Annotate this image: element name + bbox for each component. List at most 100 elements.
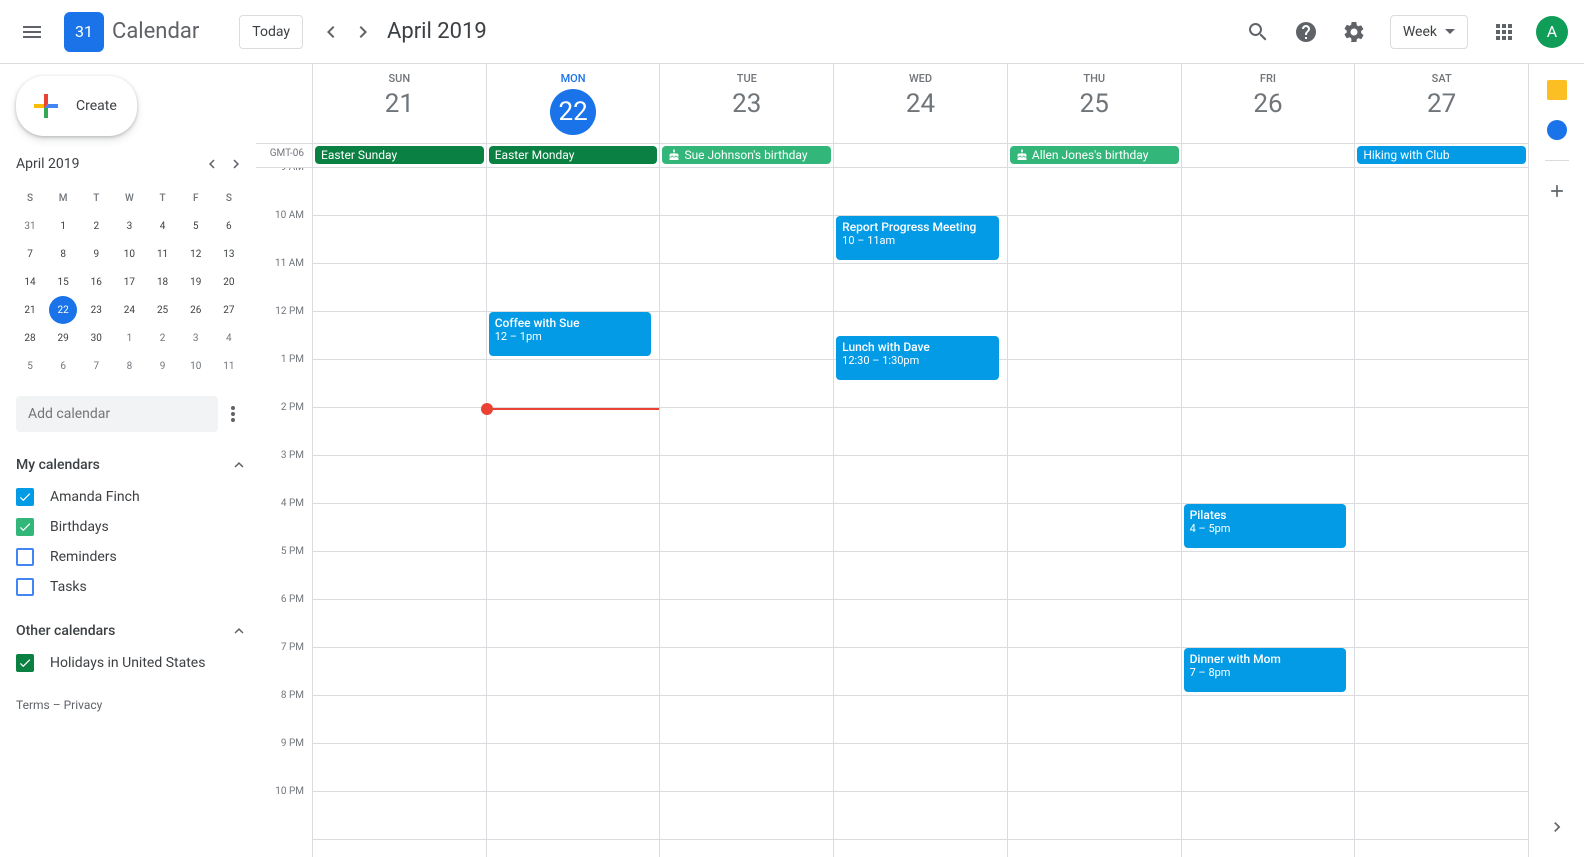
logo[interactable]: 31 Calendar [56, 12, 199, 52]
day-column[interactable] [312, 168, 486, 857]
keep-icon[interactable] [1547, 80, 1567, 100]
calendar-item[interactable]: Reminders [16, 542, 248, 572]
mini-day-cell[interactable]: 8 [49, 240, 77, 268]
calendar-item[interactable]: Amanda Finch [16, 482, 248, 512]
mini-prev-icon[interactable] [200, 152, 224, 176]
mini-day-cell[interactable]: 26 [182, 296, 210, 324]
day-header[interactable]: WED24 [833, 64, 1007, 143]
mini-day-cell[interactable]: 1 [115, 324, 143, 352]
checkbox[interactable] [16, 548, 34, 566]
mini-day-cell[interactable]: 27 [215, 296, 243, 324]
mini-day-cell[interactable]: 4 [215, 324, 243, 352]
mini-day-cell[interactable]: 7 [82, 352, 110, 380]
allday-cell[interactable] [833, 144, 1007, 167]
allday-event[interactable]: Sue Johnson's birthday [662, 146, 831, 164]
calendar-event[interactable]: Dinner with Mom7 – 8pm [1184, 648, 1347, 692]
mini-day-cell[interactable]: 10 [182, 352, 210, 380]
mini-day-cell[interactable]: 3 [182, 324, 210, 352]
day-column[interactable]: Pilates4 – 5pm Dinner with Mom7 – 8pm [1181, 168, 1355, 857]
mini-day-cell[interactable]: 9 [149, 352, 177, 380]
gear-icon[interactable] [1330, 8, 1378, 56]
privacy-link[interactable]: Privacy [64, 698, 103, 712]
day-column[interactable]: Coffee with Sue12 – 1pm [486, 168, 660, 857]
mini-day-cell[interactable]: 2 [82, 212, 110, 240]
day-header[interactable]: THU25 [1007, 64, 1181, 143]
day-column[interactable] [1354, 168, 1528, 857]
allday-event[interactable]: Hiking with Club [1357, 146, 1526, 164]
terms-link[interactable]: Terms [16, 698, 50, 712]
allday-cell[interactable] [1181, 144, 1355, 167]
create-button[interactable]: Create [16, 76, 137, 136]
add-calendar-input[interactable] [16, 396, 218, 432]
checkbox[interactable] [16, 518, 34, 536]
allday-event[interactable]: Easter Monday [489, 146, 658, 164]
tasks-icon[interactable] [1547, 120, 1567, 140]
mini-day-cell[interactable]: 24 [115, 296, 143, 324]
calendar-event[interactable]: Lunch with Dave12:30 – 1:30pm [836, 336, 999, 380]
mini-day-cell[interactable]: 10 [115, 240, 143, 268]
allday-cell[interactable]: Hiking with Club [1354, 144, 1528, 167]
mini-day-cell[interactable]: 29 [49, 324, 77, 352]
mini-day-cell[interactable]: 3 [115, 212, 143, 240]
mini-day-cell[interactable]: 11 [149, 240, 177, 268]
day-column[interactable] [659, 168, 833, 857]
mini-day-cell[interactable]: 6 [49, 352, 77, 380]
allday-cell[interactable]: Easter Monday [486, 144, 660, 167]
day-header[interactable]: SUN21 [312, 64, 486, 143]
mini-day-cell[interactable]: 4 [149, 212, 177, 240]
mini-day-cell[interactable]: 17 [115, 268, 143, 296]
mini-day-cell[interactable]: 1 [49, 212, 77, 240]
calendar-item[interactable]: Tasks [16, 572, 248, 602]
calendar-event[interactable]: Pilates4 – 5pm [1184, 504, 1347, 548]
avatar[interactable]: A [1536, 16, 1568, 48]
mini-day-cell[interactable]: 5 [182, 212, 210, 240]
mini-day-cell[interactable]: 28 [16, 324, 44, 352]
mini-day-cell[interactable]: 25 [149, 296, 177, 324]
search-icon[interactable] [1234, 8, 1282, 56]
mini-day-cell[interactable]: 11 [215, 352, 243, 380]
mini-day-cell[interactable]: 15 [49, 268, 77, 296]
help-icon[interactable] [1282, 8, 1330, 56]
my-calendars-toggle[interactable]: My calendars [16, 448, 248, 482]
mini-day-cell[interactable]: 13 [215, 240, 243, 268]
mini-day-cell[interactable]: 2 [149, 324, 177, 352]
mini-day-cell[interactable]: 23 [82, 296, 110, 324]
menu-icon[interactable] [8, 8, 56, 56]
mini-day-cell[interactable]: 8 [115, 352, 143, 380]
calendar-event[interactable]: Report Progress Meeting10 – 11am [836, 216, 999, 260]
mini-day-cell[interactable]: 22 [49, 296, 77, 324]
day-header[interactable]: TUE23 [659, 64, 833, 143]
day-column[interactable]: Report Progress Meeting10 – 11am Lunch wi… [833, 168, 1007, 857]
mini-day-cell[interactable]: 31 [16, 212, 44, 240]
mini-day-cell[interactable]: 20 [215, 268, 243, 296]
checkbox[interactable] [16, 578, 34, 596]
mini-day-cell[interactable]: 16 [82, 268, 110, 296]
mini-day-cell[interactable]: 19 [182, 268, 210, 296]
mini-day-cell[interactable]: 9 [82, 240, 110, 268]
mini-day-cell[interactable]: 6 [215, 212, 243, 240]
more-icon[interactable] [218, 398, 248, 430]
mini-day-cell[interactable]: 14 [16, 268, 44, 296]
day-column[interactable] [1007, 168, 1181, 857]
allday-cell[interactable]: Easter Sunday [312, 144, 486, 167]
allday-cell[interactable]: Allen Jones's birthday [1007, 144, 1181, 167]
day-header[interactable]: SAT27 [1354, 64, 1528, 143]
calendar-event[interactable]: Coffee with Sue12 – 1pm [489, 312, 652, 356]
week-body[interactable]: 9 AM10 AM11 AM12 PM1 PM2 PM3 PM4 PM5 PM6… [256, 168, 1528, 857]
other-calendars-toggle[interactable]: Other calendars [16, 614, 248, 648]
allday-cell[interactable]: Sue Johnson's birthday [659, 144, 833, 167]
mini-day-cell[interactable]: 21 [16, 296, 44, 324]
mini-day-cell[interactable]: 12 [182, 240, 210, 268]
today-button[interactable]: Today [239, 15, 303, 49]
checkbox[interactable] [16, 654, 34, 672]
mini-day-cell[interactable]: 18 [149, 268, 177, 296]
day-header[interactable]: FRI26 [1181, 64, 1355, 143]
mini-day-cell[interactable]: 7 [16, 240, 44, 268]
calendar-item[interactable]: Birthdays [16, 512, 248, 542]
prev-week-icon[interactable] [315, 16, 347, 48]
allday-event[interactable]: Allen Jones's birthday [1010, 146, 1179, 164]
apps-icon[interactable] [1480, 8, 1528, 56]
mini-day-cell[interactable]: 30 [82, 324, 110, 352]
day-header[interactable]: MON22 [486, 64, 660, 143]
allday-event[interactable]: Easter Sunday [315, 146, 484, 164]
